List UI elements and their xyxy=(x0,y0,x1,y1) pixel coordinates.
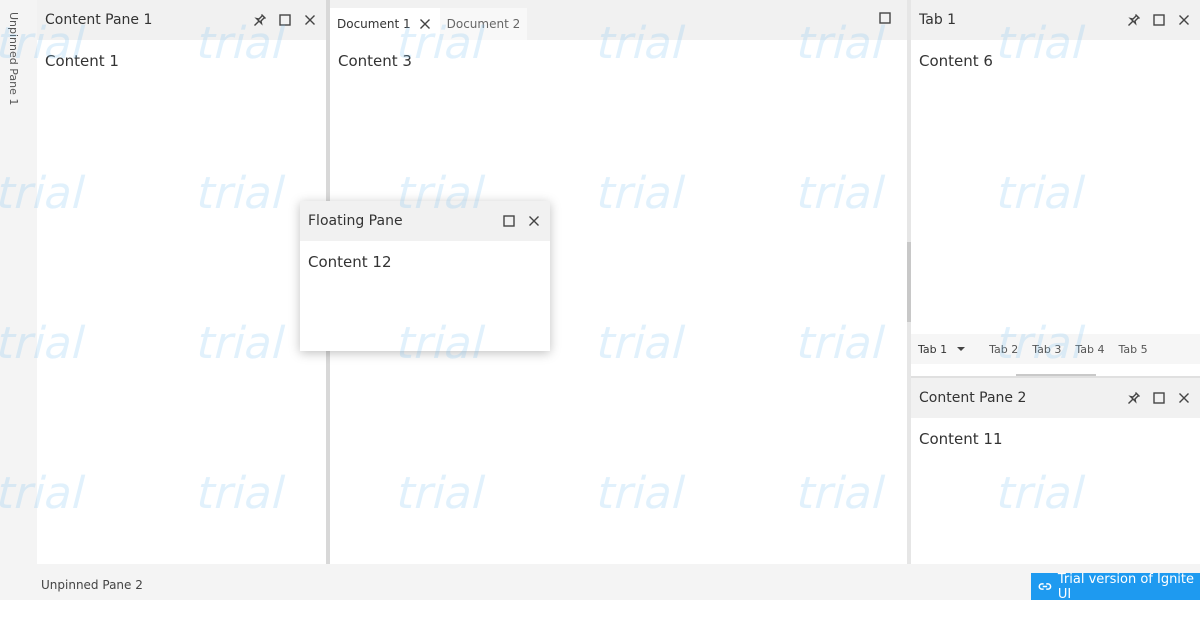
tab-document-1-label: Document 1 xyxy=(337,17,411,31)
content-pane-1-header[interactable]: Content Pane 1 xyxy=(37,0,326,40)
tab-document-1[interactable]: Document 1 xyxy=(330,8,440,40)
unpinned-bottom-strip: Unpinned Pane 2 xyxy=(0,564,1200,600)
trial-version-label: Trial version of Ignite UI xyxy=(1057,571,1195,602)
content-pane-1-body: Content 1 xyxy=(45,52,119,70)
tab-group-header[interactable]: Tab 1 xyxy=(911,0,1200,40)
unpinned-pane-1-tab[interactable]: Unpinned Pane 1 xyxy=(7,12,20,105)
tab-2[interactable]: Tab 2 xyxy=(982,343,1025,356)
maximize-icon[interactable] xyxy=(277,12,293,28)
maximize-icon[interactable] xyxy=(501,213,517,229)
content-pane-1-title: Content Pane 1 xyxy=(45,12,153,28)
document-tab-strip: Document 1 Document 2 xyxy=(330,0,907,40)
close-icon[interactable] xyxy=(1176,12,1192,28)
unpinned-left-strip: Unpinned Pane 1 xyxy=(0,0,37,564)
maximize-icon[interactable] xyxy=(877,10,893,26)
tab-5[interactable]: Tab 5 xyxy=(1112,343,1155,356)
pin-icon[interactable] xyxy=(1126,390,1142,406)
tab-3[interactable]: Tab 3 xyxy=(1025,343,1068,356)
chevron-down-icon[interactable] xyxy=(957,345,966,353)
close-icon[interactable] xyxy=(526,213,542,229)
maximize-icon[interactable] xyxy=(1151,390,1167,406)
unpinned-pane-2-tab[interactable]: Unpinned Pane 2 xyxy=(41,578,143,592)
tab-document-2-label: Document 2 xyxy=(446,17,521,31)
close-icon[interactable] xyxy=(417,16,433,32)
tab-1[interactable]: Tab 1 xyxy=(911,343,972,356)
content-pane-1: Content Pane 1 Content 1 xyxy=(37,0,326,564)
tab-group-tab-strip: Tab 1 Tab 2 Tab 3 Tab 4 Tab 5 xyxy=(911,334,1200,364)
floating-pane-title: Floating Pane xyxy=(308,213,403,229)
tab-4[interactable]: Tab 4 xyxy=(1068,343,1111,356)
trial-version-link[interactable]: Trial version of Ignite UI xyxy=(1031,571,1200,602)
close-icon[interactable] xyxy=(302,12,318,28)
tab-1-label: Tab 1 xyxy=(918,342,948,356)
floating-pane-body: Content 12 xyxy=(308,253,392,271)
floating-pane: Floating Pane Content 12 xyxy=(300,201,550,351)
link-icon xyxy=(1038,583,1052,590)
close-icon[interactable] xyxy=(1176,390,1192,406)
content-pane-2-body: Content 11 xyxy=(919,430,1003,448)
tab-group: Tab 1 Content 6 Tab 1 Tab 2 Tab 3 Tab 4 … xyxy=(911,0,1200,374)
pin-icon[interactable] xyxy=(1126,12,1142,28)
tab-group-title: Tab 1 xyxy=(919,12,957,28)
content-pane-2-title: Content Pane 2 xyxy=(919,390,1027,406)
content-pane-2: Content Pane 2 Content 11 xyxy=(911,378,1200,564)
pin-icon[interactable] xyxy=(252,12,268,28)
floating-pane-header[interactable]: Floating Pane xyxy=(300,201,550,241)
tab-group-body: Content 6 xyxy=(919,52,993,70)
maximize-icon[interactable] xyxy=(1151,12,1167,28)
content-pane-2-header[interactable]: Content Pane 2 xyxy=(911,378,1200,418)
document-body: Content 3 xyxy=(338,52,412,70)
tab-document-2[interactable]: Document 2 xyxy=(439,8,528,40)
